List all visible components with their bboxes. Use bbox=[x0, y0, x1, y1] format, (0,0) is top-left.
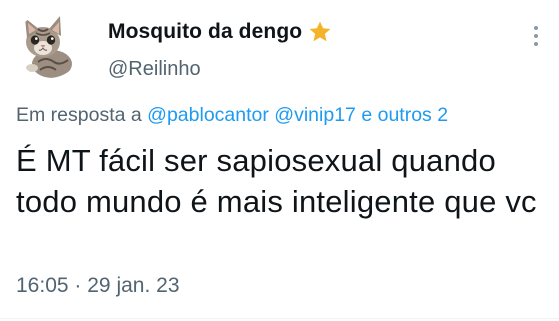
tweet-card: Mosquito da dengo @Reilinho Em resposta … bbox=[0, 0, 559, 321]
author-name-row: Mosquito da dengo bbox=[108, 20, 332, 44]
tweet-date[interactable]: 29 jan. 23 bbox=[87, 274, 179, 297]
mention-others[interactable]: outros 2 bbox=[378, 104, 448, 126]
author-display-name[interactable]: Mosquito da dengo bbox=[108, 20, 302, 44]
timestamp-separator: · bbox=[74, 274, 82, 297]
timestamp-row: 16:05 · 29 jan. 23 bbox=[16, 274, 180, 298]
star-icon bbox=[308, 20, 332, 44]
author-handle[interactable]: @Reilinho bbox=[108, 58, 201, 81]
mention-pablocantor[interactable]: @pablocantor bbox=[147, 104, 269, 126]
mention-vinip17[interactable]: @vinip17 bbox=[274, 104, 356, 126]
avatar[interactable] bbox=[16, 12, 82, 78]
divider bbox=[0, 318, 559, 319]
reply-context: Em resposta a @pablocantor @vinip17 e ou… bbox=[16, 104, 448, 127]
reply-prefix: Em resposta a bbox=[16, 104, 142, 126]
more-options-icon[interactable] bbox=[533, 26, 539, 46]
reply-connector: e bbox=[361, 104, 373, 126]
tweet-text: É MT fácil ser sapiosexual quando todo m… bbox=[16, 143, 537, 219]
kitten-avatar-icon bbox=[16, 12, 82, 78]
tweet-time[interactable]: 16:05 bbox=[16, 274, 69, 297]
